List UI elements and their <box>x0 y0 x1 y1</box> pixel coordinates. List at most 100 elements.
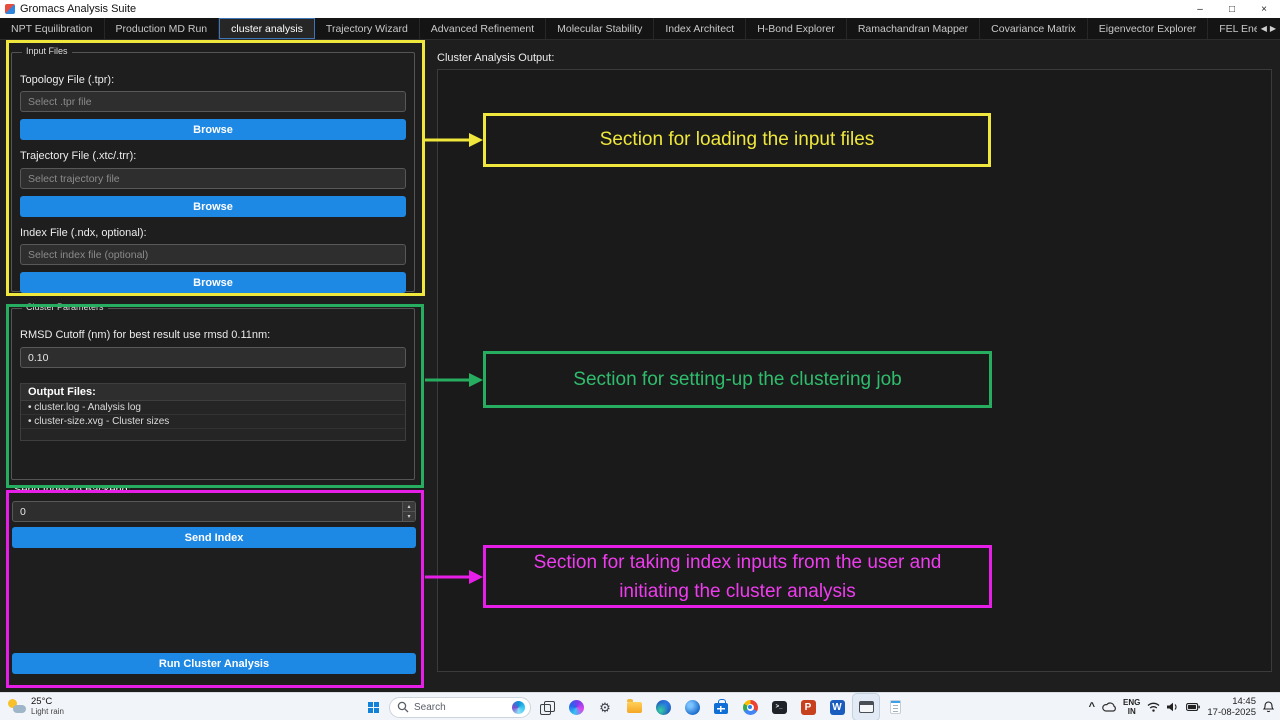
file-explorer-button[interactable] <box>621 694 647 720</box>
minimize-button[interactable]: – <box>1184 0 1216 18</box>
rmsd-cutoff-input[interactable] <box>20 347 406 368</box>
output-files-box: Output Files: • cluster.log - Analysis l… <box>20 383 406 441</box>
send-index-label: Send Index to Backend: <box>14 484 131 496</box>
language-bottom: IN <box>1127 707 1136 716</box>
spin-up-icon[interactable]: ▴ <box>402 502 415 512</box>
msn-button[interactable] <box>679 694 705 720</box>
tab-scroll-left-icon[interactable]: ◀ <box>1261 24 1267 33</box>
notepad-icon <box>889 700 901 714</box>
taskbar: 25°C Light rain Search ⚙ >_ P W ^ ENG IN… <box>0 692 1280 720</box>
gromacs-app-button[interactable] <box>852 693 880 720</box>
app-icon <box>5 4 15 14</box>
spin-buttons: ▴ ▾ <box>402 502 415 521</box>
tab-molecular-stability[interactable]: Molecular Stability <box>546 18 655 39</box>
cluster-output-panel <box>437 69 1272 672</box>
language-top: ENG <box>1123 698 1141 707</box>
start-button[interactable] <box>360 694 386 720</box>
weather-widget[interactable]: 25°C Light rain <box>8 696 64 716</box>
tab-npt-equilibration[interactable]: NPT Equilibration <box>0 18 105 39</box>
volume-icon[interactable] <box>1167 702 1179 712</box>
store-icon <box>714 699 728 714</box>
close-button[interactable]: × <box>1248 0 1280 18</box>
tray-time: 14:45 <box>1232 696 1256 707</box>
tab-hbond-explorer[interactable]: H-Bond Explorer <box>746 18 847 39</box>
cluster-parameters-group: Cluster Parameters RMSD Cutoff (nm) for … <box>11 302 415 480</box>
topology-file-input[interactable] <box>20 91 406 112</box>
edge-button[interactable] <box>650 694 676 720</box>
output-files-title: Output Files: <box>21 384 405 401</box>
rmsd-cutoff-label: RMSD Cutoff (nm) for best result use rms… <box>20 329 271 341</box>
cluster-output-title: Cluster Analysis Output: <box>437 52 555 64</box>
powerpoint-icon: P <box>800 699 816 715</box>
send-index-button[interactable]: Send Index <box>12 527 416 548</box>
topology-file-label: Topology File (.tpr): <box>20 74 115 86</box>
run-cluster-analysis-button[interactable]: Run Cluster Analysis <box>12 653 416 674</box>
weather-condition: Light rain <box>31 707 64 716</box>
notification-bell-icon[interactable] <box>1263 701 1274 713</box>
trajectory-file-label: Trajectory File (.xtc/.trr): <box>20 150 137 162</box>
window-title: Gromacs Analysis Suite <box>20 3 137 15</box>
onedrive-cloud-icon[interactable] <box>1102 702 1116 712</box>
cluster-parameters-group-title: Cluster Parameters <box>22 302 108 312</box>
powerpoint-button[interactable]: P <box>795 694 821 720</box>
tab-covariance-matrix[interactable]: Covariance Matrix <box>980 18 1088 39</box>
store-button[interactable] <box>708 694 734 720</box>
tab-production-md-run[interactable]: Production MD Run <box>105 18 220 39</box>
chrome-icon <box>742 699 758 715</box>
tab-bar: NPT Equilibration Production MD Run clus… <box>0 18 1280 40</box>
maximize-button[interactable]: □ <box>1216 0 1248 18</box>
tab-index-architect[interactable]: Index Architect <box>654 18 747 39</box>
language-indicator[interactable]: ENG IN <box>1123 698 1140 716</box>
windows-logo-icon <box>367 701 379 713</box>
index-file-label: Index File (.ndx, optional): <box>20 227 147 239</box>
weather-icon <box>8 698 26 714</box>
topology-browse-button[interactable]: Browse <box>20 119 406 140</box>
trajectory-file-input[interactable] <box>20 168 406 189</box>
tab-scroller: ◀ ▶ <box>1256 18 1280 38</box>
task-view-button[interactable] <box>534 694 560 720</box>
hidden-icons-chevron-icon[interactable]: ^ <box>1089 701 1095 713</box>
app-window-icon <box>858 701 874 713</box>
gromacs-analysis-suite-window: Gromacs Analysis Suite – □ × NPT Equilib… <box>0 0 1280 720</box>
search-highlights-icon <box>512 700 525 714</box>
index-browse-button[interactable]: Browse <box>20 272 406 293</box>
system-tray: ^ ENG IN 14:45 17-08-2025 <box>1089 693 1274 720</box>
chrome-button[interactable] <box>737 694 763 720</box>
battery-icon[interactable] <box>1186 703 1201 711</box>
folder-icon <box>626 698 642 713</box>
tab-advanced-refinement[interactable]: Advanced Refinement <box>420 18 547 39</box>
index-number-input[interactable] <box>12 501 416 522</box>
input-files-group-title: Input Files <box>22 46 72 56</box>
gear-icon: ⚙ <box>599 699 611 715</box>
output-file-item: • cluster-size.xvg - Cluster sizes <box>21 415 405 429</box>
tab-trajectory-wizard[interactable]: Trajectory Wizard <box>315 18 420 39</box>
window-controls: – □ × <box>1184 0 1280 18</box>
tray-date: 17-08-2025 <box>1207 707 1256 718</box>
word-icon: W <box>829 699 845 715</box>
task-view-icon <box>539 700 555 715</box>
settings-button[interactable]: ⚙ <box>592 694 618 720</box>
tab-eigenvector-explorer[interactable]: Eigenvector Explorer <box>1088 18 1209 39</box>
notepad-button[interactable] <box>882 694 908 720</box>
tab-cluster-analysis[interactable]: cluster analysis <box>219 18 315 39</box>
tab-ramachandran-mapper[interactable]: Ramachandran Mapper <box>847 18 981 39</box>
word-button[interactable]: W <box>824 694 850 720</box>
output-file-item: • cluster.log - Analysis log <box>21 401 405 415</box>
edge-icon <box>655 699 671 715</box>
clock-widget[interactable]: 14:45 17-08-2025 <box>1207 696 1256 718</box>
search-icon <box>397 701 409 713</box>
weather-temp: 25°C <box>31 696 53 707</box>
terminal-icon: >_ <box>771 700 787 714</box>
index-spinbox: ▴ ▾ <box>12 501 416 522</box>
trajectory-browse-button[interactable]: Browse <box>20 196 406 217</box>
spin-down-icon[interactable]: ▾ <box>402 512 415 521</box>
tab-scroll-right-icon[interactable]: ▶ <box>1270 24 1276 33</box>
terminal-button[interactable]: >_ <box>766 694 792 720</box>
search-placeholder: Search <box>414 701 446 713</box>
copilot-button[interactable] <box>563 694 589 720</box>
titlebar: Gromacs Analysis Suite – □ × <box>0 0 1280 18</box>
taskbar-search[interactable]: Search <box>389 696 531 718</box>
index-file-input[interactable] <box>20 244 406 265</box>
wifi-icon[interactable] <box>1147 702 1160 712</box>
copilot-icon <box>568 699 584 715</box>
